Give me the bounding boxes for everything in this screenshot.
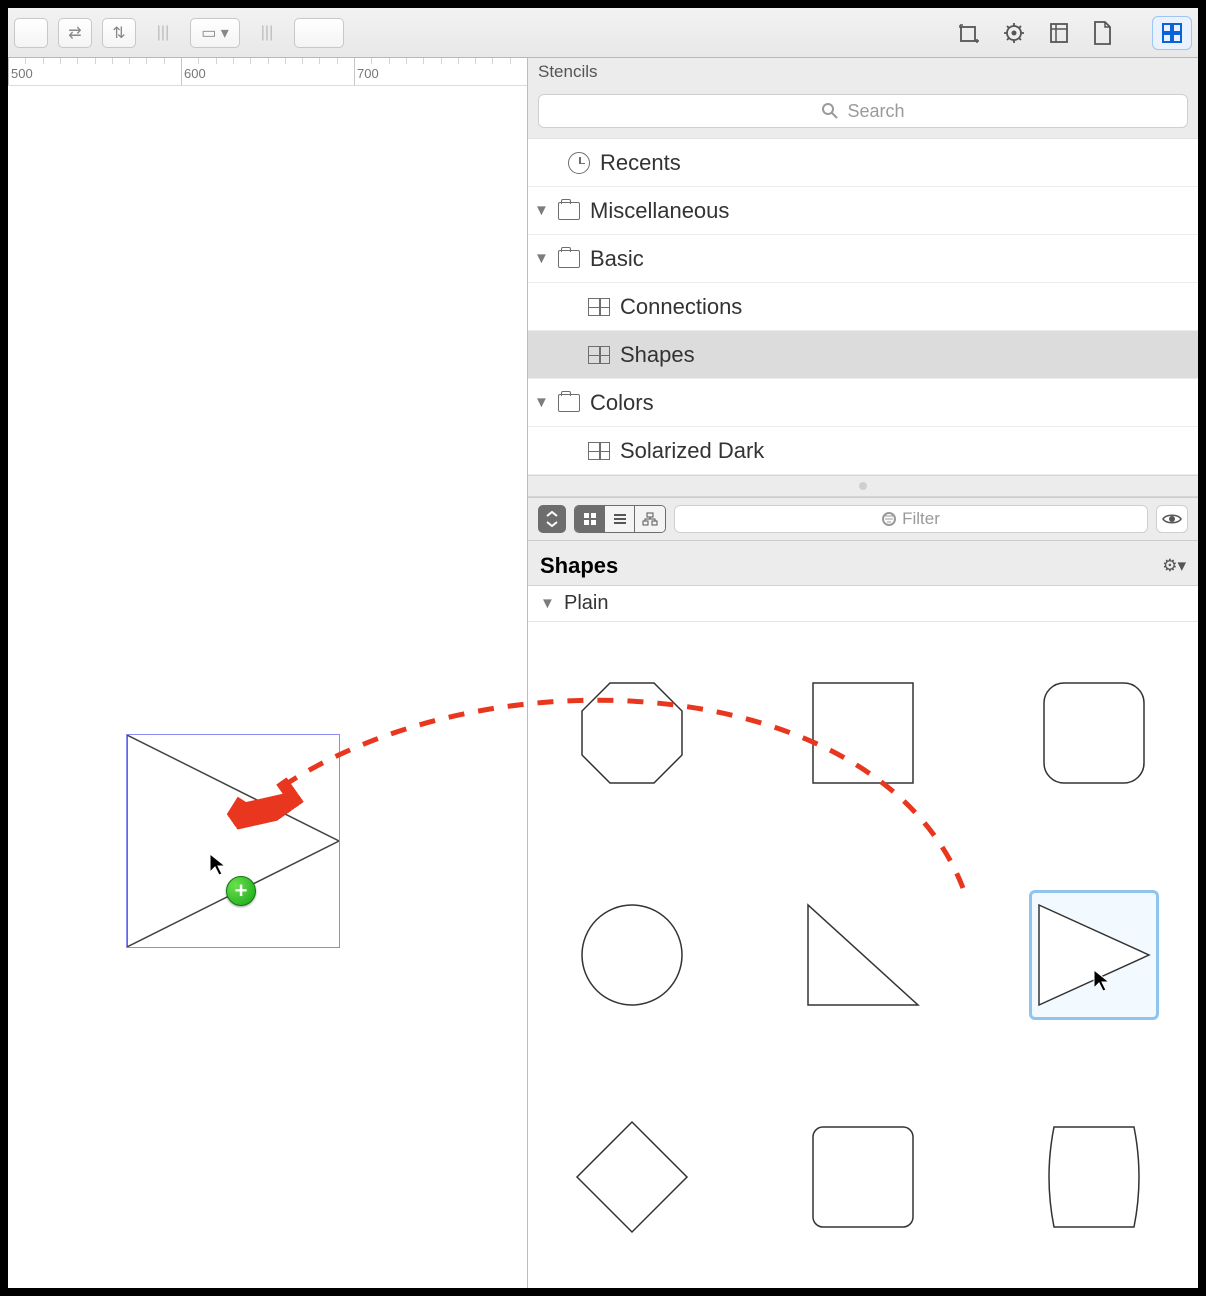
tree-item-connections[interactable]: Connections [528,283,1198,331]
cursor-icon [208,852,230,878]
shapes-title: Shapes [540,553,618,579]
shape-barrel[interactable] [1029,1112,1159,1242]
body: 500 600 700 + [8,58,1198,1288]
shape-rounded-square[interactable] [1029,668,1159,798]
tree-label: Miscellaneous [590,198,729,224]
sort-button[interactable]: ⇅ [102,18,136,48]
ruler-mark: 600 [184,66,206,81]
shape-rounded-rect[interactable] [798,1112,928,1242]
filter-placeholder: Filter [902,509,940,529]
cursor-icon [1092,968,1114,994]
tree-item-recents[interactable]: Recents [528,139,1198,187]
shape-diamond[interactable] [567,1112,697,1242]
folder-icon [558,394,580,412]
chevron-down-icon[interactable]: ▼ [534,250,548,267]
chevron-down-icon[interactable]: ▼ [540,595,554,612]
list-view-button[interactable] [605,506,635,532]
tree-label: Solarized Dark [620,438,764,464]
ruler-mark: 500 [11,66,33,81]
tree-label: Recents [600,150,681,176]
canvas-inspector-tab[interactable] [1038,13,1078,53]
tree-item-miscellaneous[interactable]: ▼ Miscellaneous [528,187,1198,235]
ruler-mark: 700 [357,66,379,81]
stencils-panel: Stencils Search Recents ▼ Miscellaneous [528,58,1198,1288]
tree-item-shapes[interactable]: Shapes [528,331,1198,379]
chevron-down-icon[interactable]: ▼ [534,202,548,219]
tree-label: Basic [590,246,644,272]
stencil-tree: Recents ▼ Miscellaneous ▼ Basic Connecti… [528,138,1198,475]
shape-grid [528,622,1198,1288]
sort-icon: ⇅ [112,23,125,43]
shape-right-triangle[interactable] [798,890,928,1020]
stencils-inspector-tab[interactable] [1152,16,1192,50]
swap-button[interactable]: ⇄ [58,18,92,48]
shape-square[interactable] [798,668,928,798]
tree-item-solarized[interactable]: Solarized Dark [528,427,1198,475]
swap-icon: ⇄ [68,23,81,43]
blank-field[interactable] [14,18,48,48]
filter-input[interactable]: Filter [674,505,1148,533]
document-inspector-tab[interactable] [1082,13,1122,53]
app-window: ⇄ ⇅ ||| ▭ ▾ ||| [8,8,1198,1288]
columns-icon-2: ||| [250,18,284,48]
shapes-header: Shapes ⚙︎▾ [528,541,1198,586]
group-label: Plain [564,592,608,615]
canvas-pane[interactable]: 500 600 700 + [8,58,528,1288]
group-plain[interactable]: ▼ Plain [528,586,1198,622]
toolbar: ⇄ ⇅ ||| ▭ ▾ ||| [8,8,1198,58]
shape-circle[interactable] [567,890,697,1020]
preview-toggle[interactable] [1156,505,1188,533]
fill-style-dropdown[interactable]: ▭ ▾ [190,18,240,48]
columns-icon: ||| [146,18,180,48]
drag-preview-shape[interactable] [126,734,340,948]
panel-title: Stencils [528,58,1198,88]
tree-label: Shapes [620,342,695,368]
search-placeholder: Search [847,101,904,122]
shape-octagon[interactable] [567,668,697,798]
tree-label: Connections [620,294,742,320]
canvas-area[interactable]: + [8,86,527,1288]
folder-icon [558,202,580,220]
tree-item-colors[interactable]: ▼ Colors [528,379,1198,427]
filter-toolbar: Filter [528,497,1198,541]
clock-icon [568,152,590,174]
split-handle[interactable] [528,475,1198,497]
horizontal-ruler: 500 600 700 [8,58,527,86]
tree-item-basic[interactable]: ▼ Basic [528,235,1198,283]
grid-view-button[interactable] [575,506,605,532]
shape-triangle-right[interactable] [1029,890,1159,1020]
search-input[interactable]: Search [538,94,1188,128]
gear-menu-icon[interactable]: ⚙︎▾ [1162,556,1186,576]
tree-label: Colors [590,390,654,416]
collapse-button[interactable] [538,505,566,533]
inspector-tabs [950,13,1192,53]
stencil-icon [588,346,610,364]
properties-inspector-tab[interactable] [994,13,1034,53]
view-mode-segment [574,505,666,533]
chevron-down-icon[interactable]: ▼ [534,394,548,411]
add-copy-badge-icon: + [226,876,256,906]
hierarchy-view-button[interactable] [635,506,665,532]
stencil-icon [588,298,610,316]
folder-icon [558,250,580,268]
object-inspector-tab[interactable] [950,13,990,53]
stencil-icon [588,442,610,460]
value-field[interactable] [294,18,344,48]
